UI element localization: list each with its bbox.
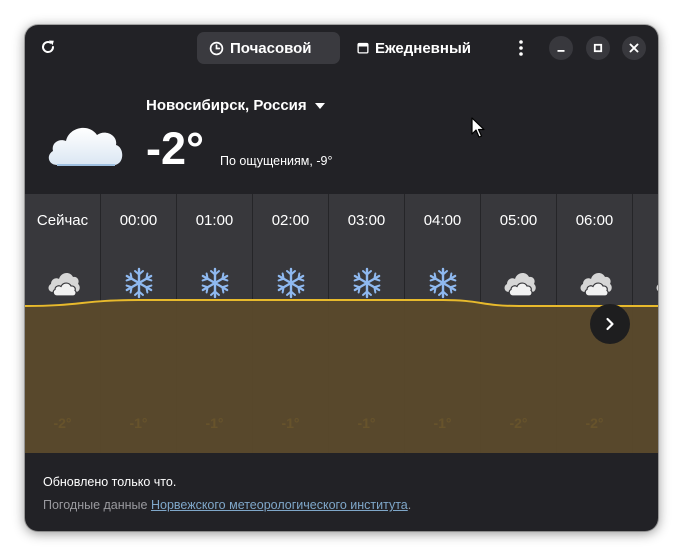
current-temperature: -2° (146, 123, 205, 174)
tab-daily-label: Ежедневный (374, 39, 471, 57)
hour-temperature: -1° (357, 415, 376, 431)
hour-time-label: 05:00 (499, 212, 538, 229)
updated-status: Обновлено только что. (43, 475, 177, 489)
hour-time-label: 03:00 (347, 212, 386, 229)
hour-temperature: -2° (509, 415, 528, 431)
attribution-suffix: . (407, 498, 412, 512)
cloud-icon (48, 127, 123, 166)
scroll-right-button[interactable] (590, 304, 630, 344)
location-selector[interactable]: Новосибирск, Россия (146, 97, 325, 114)
refresh-button[interactable] (35, 34, 61, 60)
snowflake-icon (197, 266, 233, 300)
cloudy-icon (577, 266, 613, 300)
hour-column: 03:00 -1° (329, 194, 405, 453)
tab-hourly[interactable]: Почасовой (197, 32, 340, 64)
hour-column: 0 (633, 194, 658, 453)
hour-time-label: 0 (633, 212, 658, 229)
chevron-down-icon (314, 102, 325, 109)
hour-temperature: -1° (129, 415, 148, 431)
hour-column: 05:00 -2° (481, 194, 557, 453)
tab-daily[interactable]: Ежедневный (345, 32, 483, 64)
hour-column: Сейчас -2° (25, 194, 101, 453)
hour-temperature: -1° (281, 415, 300, 431)
hour-temperature: -2° (53, 415, 72, 431)
hour-column: 04:00 -1° (405, 194, 481, 453)
hour-column: 01:00 -1° (177, 194, 253, 453)
attribution-text: Погодные данные Норвежского метеорологич… (43, 498, 411, 512)
feels-like-label: По ощущениям, -9° (220, 154, 333, 168)
snowflake-icon (425, 266, 461, 300)
minimize-icon (557, 50, 565, 52)
chevron-right-icon (606, 317, 614, 331)
maximize-button[interactable] (586, 36, 610, 60)
hour-time-label: Сейчас (36, 212, 89, 229)
maximize-icon (593, 43, 603, 53)
calendar-icon (357, 42, 369, 54)
hour-temperature: -2° (585, 415, 604, 431)
hour-column: 02:00 -1° (253, 194, 329, 453)
hour-column: 00:00 -1° (101, 194, 177, 453)
hour-time-label: 01:00 (195, 212, 234, 229)
attribution-link[interactable]: Норвежского метеорологического института (151, 498, 408, 512)
hour-temperature: -1° (433, 415, 452, 431)
snowflake-icon (121, 266, 157, 300)
hour-time-label: 00:00 (119, 212, 158, 229)
close-button[interactable] (622, 36, 646, 60)
hourly-forecast[interactable]: Сейчас -2° 00:00 -1° 01:00 -1° 02:00 -1° 03:00 -1… (25, 194, 658, 453)
clock-icon (209, 41, 224, 55)
weather-window: Почасовой Ежедневный Новосибирск, Россия… (25, 25, 658, 531)
refresh-icon (42, 40, 55, 53)
cloudy-icon (45, 266, 81, 300)
snowflake-icon (273, 266, 309, 300)
hour-time-label: 06:00 (575, 212, 614, 229)
minimize-button[interactable] (549, 36, 573, 60)
kebab-menu-icon (519, 40, 523, 56)
tab-hourly-label: Почасовой (230, 39, 312, 57)
main-menu-button[interactable] (509, 35, 533, 61)
location-label: Новосибирск, Россия (146, 97, 307, 114)
header-bar: Почасовой Ежедневный (25, 25, 658, 71)
snowflake-icon (349, 266, 385, 300)
cloudy-icon (653, 266, 658, 300)
hour-temperature: -1° (205, 415, 224, 431)
attribution-prefix: Погодные данные (43, 498, 151, 512)
hour-time-label: 02:00 (271, 212, 310, 229)
hour-time-label: 04:00 (423, 212, 462, 229)
close-icon (629, 43, 639, 53)
mouse-pointer-icon (471, 117, 485, 138)
cloudy-icon (501, 266, 537, 300)
